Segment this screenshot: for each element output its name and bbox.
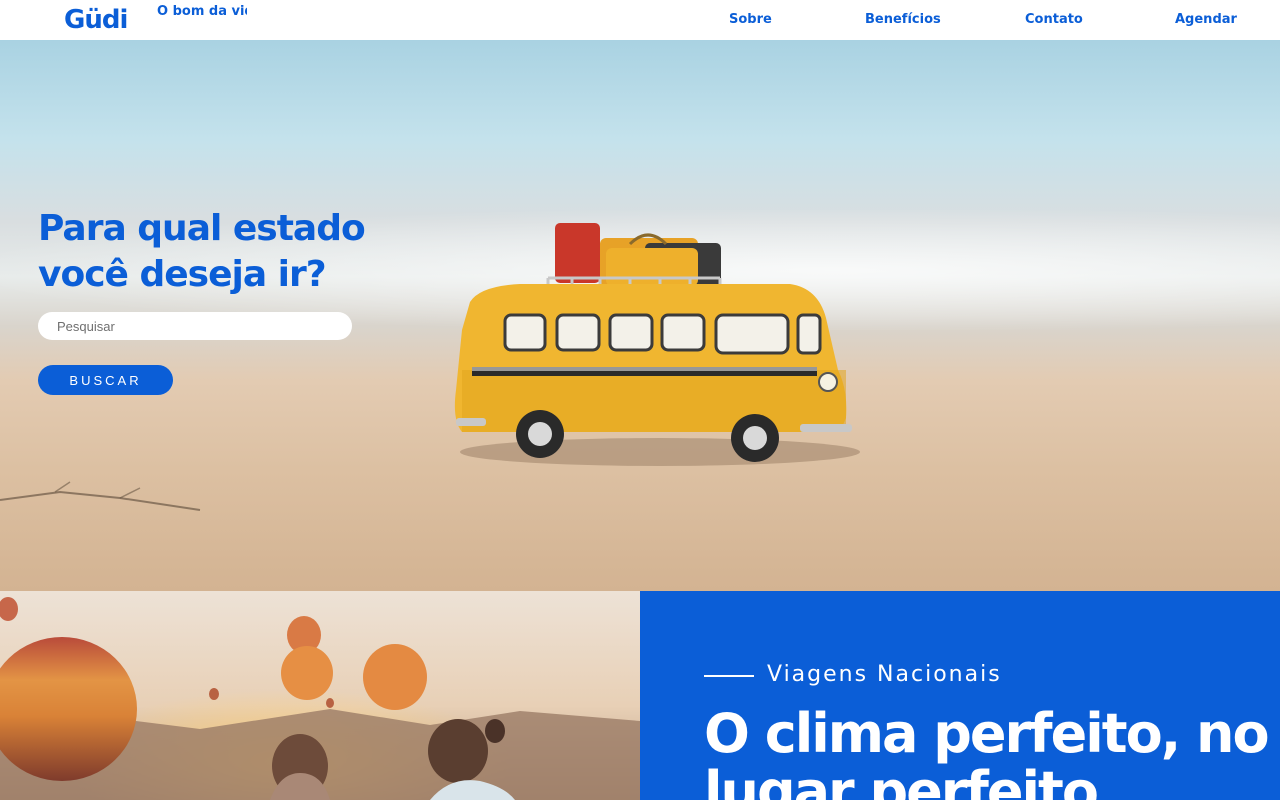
hero-title: Para qual estado você deseja ir? [38,208,366,295]
promo-headline: O clima perfeito, no lugar perfeito [704,702,1270,800]
promo-kicker: Viagens Nacionais [767,662,1002,687]
balloons-image [0,591,640,800]
nav-link-sobre[interactable]: Sobre [729,12,772,27]
brand-logo[interactable]: Güdi [64,4,128,36]
brand-tagline: O bom da vida é viver [157,4,247,19]
site-header: Güdi O bom da vida é viver Sobre Benefíc… [0,0,1280,40]
nav-link-beneficios[interactable]: Benefícios [865,12,941,27]
nav-link-agendar[interactable]: Agendar [1175,12,1237,27]
kicker-divider [704,675,754,677]
search-button[interactable]: BUSCAR [38,365,173,395]
nav-link-contato[interactable]: Contato [1025,12,1083,27]
search-input[interactable] [38,312,352,340]
hero-section: Para qual estado você deseja ir? BUSCAR [0,40,1280,591]
promo-panel: Viagens Nacionais O clima perfeito, no l… [640,591,1280,800]
